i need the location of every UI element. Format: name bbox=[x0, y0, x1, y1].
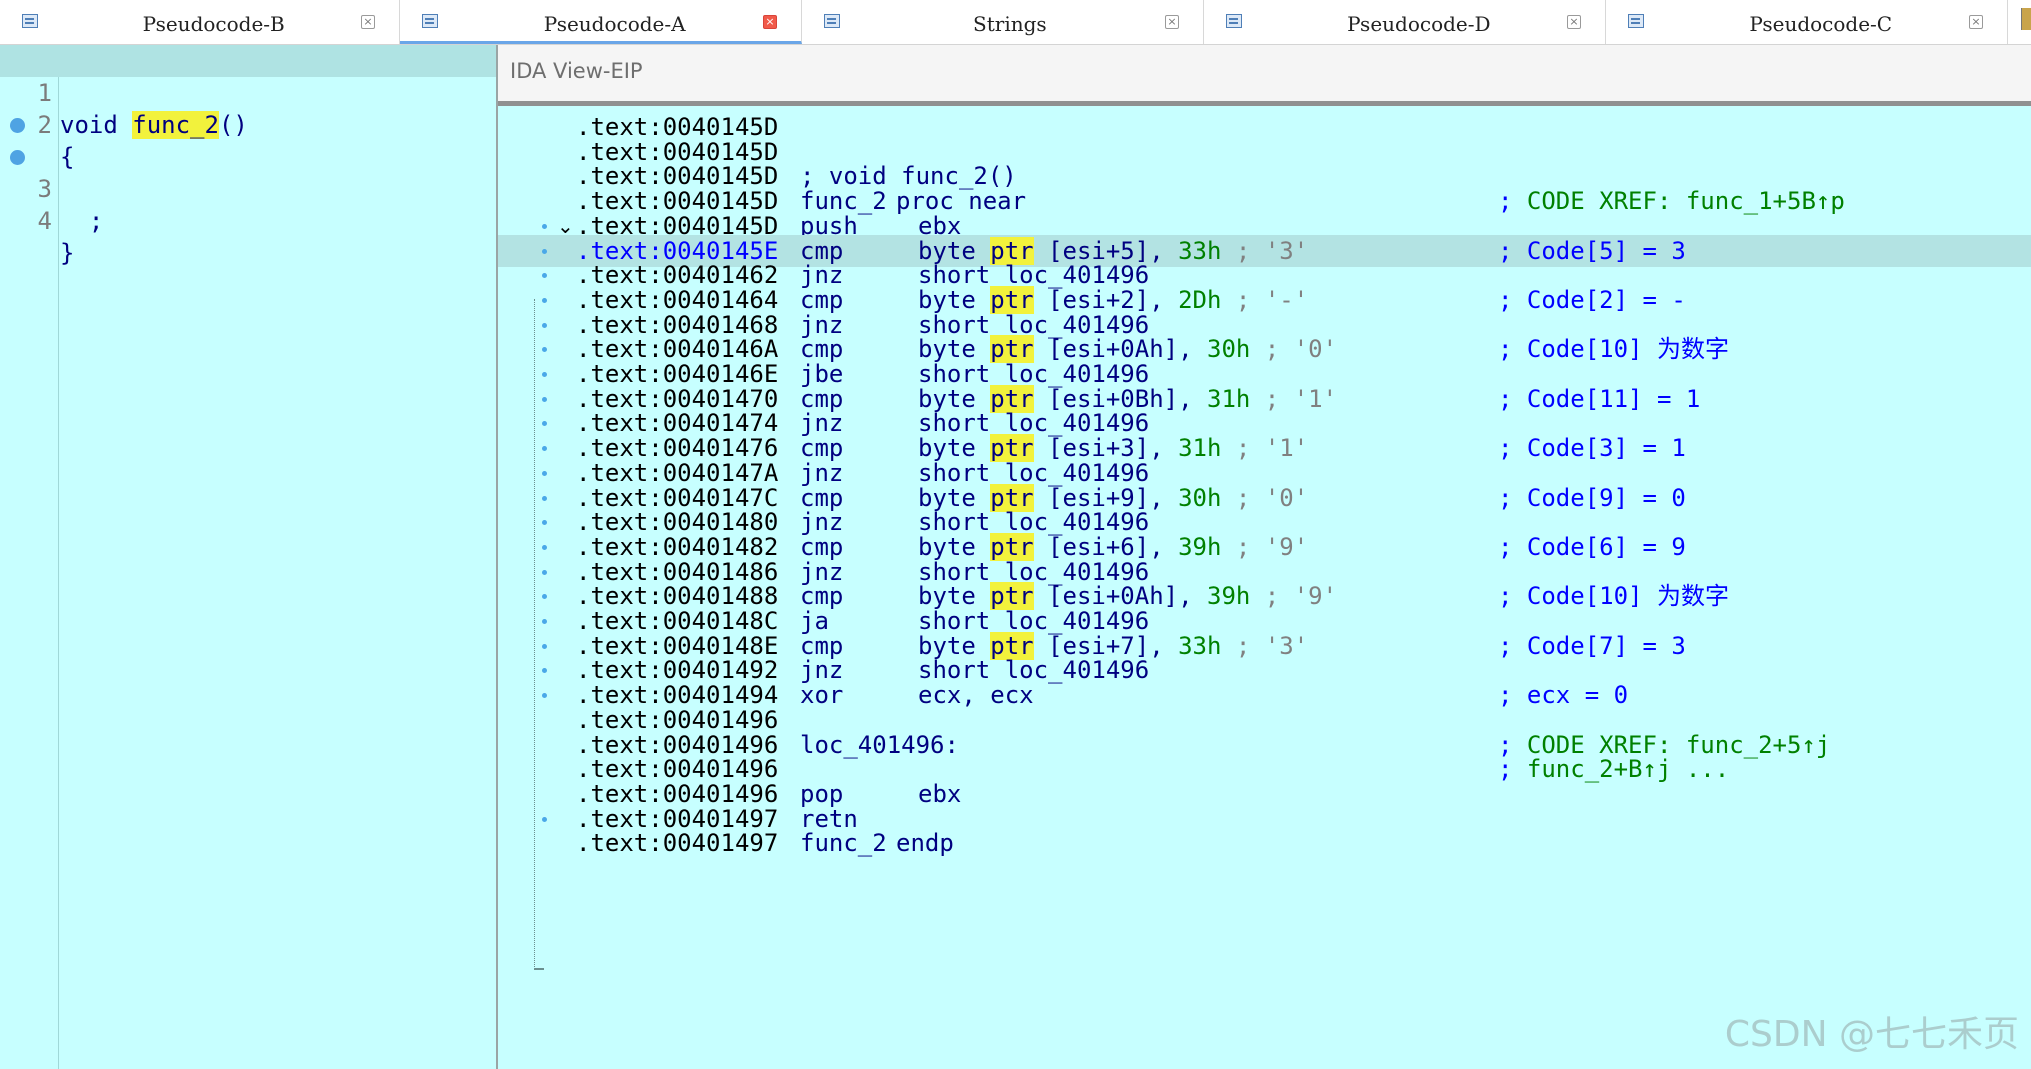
close-icon[interactable]: × bbox=[763, 15, 777, 29]
ida-view-header[interactable]: IDA View-EIP bbox=[498, 45, 2031, 106]
breakpoint-dot-icon[interactable] bbox=[542, 470, 547, 476]
disasm-line[interactable]: .text:00401497 func_2 endp bbox=[498, 827, 2031, 859]
pseudocode-icon bbox=[22, 14, 38, 28]
breakpoint-dot-icon[interactable] bbox=[542, 372, 547, 377]
tab-label: Pseudocode-A bbox=[543, 12, 686, 36]
breakpoint-dot-icon[interactable] bbox=[542, 322, 547, 328]
tab-pseudocode-c[interactable]: Pseudocode-C × bbox=[1606, 0, 2008, 44]
breakpoint-dot-icon[interactable] bbox=[542, 396, 547, 402]
mnemonic: func_2 bbox=[800, 829, 887, 858]
strings-icon bbox=[824, 14, 840, 28]
breakpoint-dot-icon[interactable] bbox=[542, 446, 547, 452]
breakpoint-dot-icon[interactable] bbox=[542, 668, 547, 674]
breakpoint-dot-icon[interactable] bbox=[542, 594, 547, 600]
window-title: IDA View-EIP bbox=[510, 59, 643, 83]
breakpoint-icon[interactable] bbox=[10, 118, 25, 133]
tab-strings[interactable]: Strings × bbox=[802, 0, 1204, 44]
line-number: 4 bbox=[37, 207, 52, 235]
breakpoint-icon[interactable] bbox=[10, 150, 25, 165]
breakpoint-dot-icon[interactable] bbox=[542, 297, 547, 303]
tab-label: Pseudocode-B bbox=[142, 12, 285, 36]
disassembly-listing[interactable]: .text:0040145D .text:0040145D .text:004014… bbox=[498, 106, 2031, 1069]
pseudocode-icon bbox=[1628, 14, 1644, 28]
tab-pseudocode-d[interactable]: Pseudocode-D × bbox=[1204, 0, 1606, 44]
operand[interactable]: endp bbox=[896, 827, 954, 859]
tab-pseudocode-a[interactable]: Pseudocode-A × bbox=[400, 0, 802, 44]
breakpoint-dot-icon[interactable] bbox=[542, 273, 547, 279]
pseudocode-icon bbox=[1226, 14, 1242, 28]
address[interactable]: .text:00401497 bbox=[576, 827, 778, 859]
breakpoint-dot-icon[interactable] bbox=[542, 693, 547, 699]
breakpoint-dot-icon[interactable] bbox=[542, 643, 547, 649]
breakpoint-dot-icon[interactable] bbox=[542, 248, 547, 254]
close-icon[interactable]: × bbox=[1165, 15, 1179, 29]
breakpoint-dot-icon[interactable] bbox=[542, 495, 547, 501]
jump-arrow-head bbox=[534, 968, 544, 970]
code-text: ; bbox=[60, 207, 104, 235]
watermark: CSDN @七七禾页 bbox=[1724, 1014, 2019, 1055]
close-icon[interactable]: × bbox=[1567, 15, 1581, 29]
breakpoint-dot-icon[interactable] bbox=[542, 421, 547, 427]
pseudocode-line[interactable]: 4 } bbox=[0, 141, 496, 267]
breakpoint-dot-icon[interactable] bbox=[542, 544, 547, 550]
close-icon[interactable]: × bbox=[1969, 15, 1983, 29]
breakpoint-dot-icon[interactable] bbox=[542, 520, 547, 526]
close-icon[interactable]: × bbox=[361, 15, 375, 29]
pseudocode-line[interactable]: 2 { bbox=[0, 77, 496, 171]
breakpoint-dot-icon[interactable] bbox=[542, 223, 547, 229]
breakpoint-dot-icon[interactable] bbox=[542, 347, 547, 353]
tab-label: Pseudocode-C bbox=[1749, 12, 1893, 36]
breakpoint-dot-icon[interactable] bbox=[542, 619, 547, 624]
tab-bar: Pseudocode-B × Pseudocode-A × Strings × … bbox=[0, 0, 2031, 45]
code-text: } bbox=[60, 239, 75, 267]
tab-label: Pseudocode-D bbox=[1347, 12, 1491, 36]
tab-label: Strings bbox=[973, 12, 1047, 36]
pseudocode-pane[interactable]: 1 void func_2() 2 { 3 ; 4 } bbox=[0, 45, 498, 1069]
pseudocode-line[interactable]: 1 void func_2() bbox=[0, 45, 496, 139]
overflow-tab-icon[interactable] bbox=[2021, 8, 2031, 30]
breakpoint-dot-icon[interactable] bbox=[542, 816, 547, 822]
breakpoint-dot-icon[interactable] bbox=[542, 569, 547, 575]
tab-pseudocode-b[interactable]: Pseudocode-B × bbox=[0, 0, 400, 44]
pseudocode-icon bbox=[422, 14, 438, 28]
ida-view-window[interactable]: IDA View-EIP .text:0040145D .text:0040145… bbox=[498, 45, 2031, 1069]
pseudocode-line[interactable]: 3 ; bbox=[0, 109, 496, 235]
